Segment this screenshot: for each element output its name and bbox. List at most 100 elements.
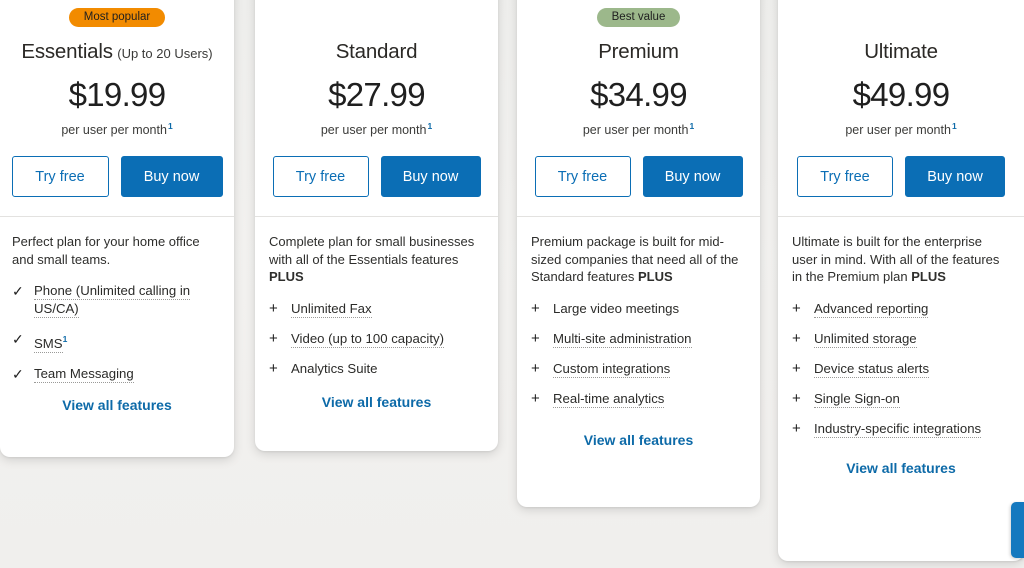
try-free-button-essentials[interactable]: Try free bbox=[11, 156, 109, 198]
feature-label: Single Sign-on bbox=[814, 390, 900, 408]
plan-name-standard: Standard bbox=[268, 40, 485, 64]
feature-item: + Analytics Suite bbox=[269, 360, 484, 378]
cta-button-row: Try free Buy now bbox=[530, 156, 747, 198]
feature-item: + Multi-site administration bbox=[531, 330, 746, 348]
view-all-features-link-ultimate[interactable]: View all features bbox=[791, 460, 1011, 476]
feature-item: + Industry-specific integrations bbox=[792, 420, 1010, 438]
feature-text[interactable]: Device status alerts bbox=[814, 360, 930, 378]
feature-item: + Device status alerts bbox=[792, 360, 1010, 378]
feature-item: + Single Sign-on bbox=[792, 390, 1010, 408]
buy-now-button-standard[interactable]: Buy now bbox=[380, 156, 481, 198]
plan-description-standard: Complete plan for small businesses with … bbox=[268, 233, 485, 286]
plan-price-standard: $27.99 bbox=[328, 76, 425, 113]
plan-name-ultimate: Ultimate bbox=[791, 40, 1011, 64]
feature-label: Real-time analytics bbox=[553, 390, 665, 408]
description-text: Complete plan for small businesses with … bbox=[269, 234, 475, 267]
badge-row: Best value bbox=[530, 0, 747, 30]
plus-icon: + bbox=[269, 359, 278, 377]
plan-card-ultimate: Ultimate $49.99 per user per month1 Try fre… bbox=[778, 0, 1024, 561]
feature-label: Multi-site administration bbox=[553, 330, 692, 348]
plan-badge-premium: Best value bbox=[596, 8, 681, 27]
feature-text: Large video meetings bbox=[553, 300, 680, 316]
footnote-marker[interactable]: 1 bbox=[63, 334, 68, 344]
feature-item: + Real-time analytics bbox=[531, 390, 746, 408]
plus-icon: + bbox=[792, 419, 801, 437]
feature-label: Advanced reporting bbox=[814, 300, 929, 318]
plan-description-premium: Premium package is built for mid-sized c… bbox=[530, 233, 747, 286]
plan-description-essentials: Perfect plan for your home office and sm… bbox=[11, 233, 223, 268]
feature-text[interactable]: Unlimited storage bbox=[814, 330, 917, 348]
feature-list-ultimate: + Advanced reporting + Unlimited storage + De… bbox=[791, 300, 1011, 438]
badge-row bbox=[268, 0, 485, 30]
pricing-cards-row: Most popular Essentials (Up to 20 Users) $… bbox=[0, 0, 1024, 568]
feature-item: + Unlimited storage bbox=[792, 330, 1010, 348]
footnote-marker[interactable]: 1 bbox=[952, 121, 957, 131]
buy-now-button-premium[interactable]: Buy now bbox=[642, 156, 743, 198]
feature-text[interactable]: Single Sign-on bbox=[814, 390, 900, 408]
feature-text[interactable]: Team Messaging bbox=[34, 365, 134, 383]
plan-card-premium: Best value Premium $34.99 per user per mont… bbox=[517, 0, 760, 507]
plus-icon: + bbox=[792, 329, 801, 347]
feature-label: Team Messaging bbox=[34, 365, 134, 383]
feature-text[interactable]: Custom integrations bbox=[553, 360, 671, 378]
feature-item: + Advanced reporting bbox=[792, 300, 1010, 318]
feature-label: Custom integrations bbox=[553, 360, 671, 378]
plan-title: Standard bbox=[335, 40, 418, 63]
feature-label: Large video meetings bbox=[553, 300, 679, 318]
price-unit-label: per user per month1 bbox=[530, 119, 747, 138]
card-divider bbox=[0, 216, 234, 218]
price-unit-text: per user per month bbox=[61, 123, 167, 138]
feature-text[interactable]: SMS bbox=[34, 335, 63, 353]
footnote-marker[interactable]: 1 bbox=[427, 121, 432, 131]
plan-title: Premium bbox=[598, 40, 679, 63]
price-unit-label: per user per month1 bbox=[11, 119, 223, 138]
plan-price-ultimate: $49.99 bbox=[852, 76, 950, 113]
plan-card-essentials: Most popular Essentials (Up to 20 Users) $… bbox=[0, 0, 234, 457]
description-text: Premium package is built for mid-sized c… bbox=[531, 234, 739, 285]
footnote-marker[interactable]: 1 bbox=[168, 121, 173, 131]
feature-label: Unlimited storage bbox=[814, 330, 917, 348]
feature-label: Phone (Unlimited calling in US/CA) bbox=[34, 282, 222, 319]
feature-text[interactable]: Industry-specific integrations bbox=[814, 420, 982, 438]
footnote-marker[interactable]: 1 bbox=[689, 121, 694, 131]
view-all-features-link-essentials[interactable]: View all features bbox=[11, 397, 223, 413]
feature-text[interactable]: Video (up to 100 capacity) bbox=[291, 330, 444, 348]
plan-badge-essentials: Most popular bbox=[68, 8, 166, 27]
description-emphasis: PLUS bbox=[269, 269, 304, 285]
buy-now-button-ultimate[interactable]: Buy now bbox=[905, 156, 1005, 198]
feature-text[interactable]: Unlimited Fax bbox=[291, 300, 372, 318]
buy-now-button-essentials[interactable]: Buy now bbox=[120, 156, 223, 198]
feature-text[interactable]: Multi-site administration bbox=[553, 330, 692, 348]
plan-qualifier: (Up to 20 Users) bbox=[117, 46, 213, 61]
plus-icon: + bbox=[269, 329, 278, 347]
feature-text[interactable]: Advanced reporting bbox=[814, 300, 929, 318]
view-all-features-link-premium[interactable]: View all features bbox=[530, 432, 747, 448]
feature-label: Industry-specific integrations bbox=[814, 420, 982, 438]
check-icon: ✓ bbox=[12, 365, 24, 382]
plan-card-standard: Standard $27.99 per user per month1 Try fre… bbox=[255, 0, 498, 451]
cta-button-row: Try free Buy now bbox=[11, 156, 223, 198]
plus-icon: + bbox=[531, 329, 540, 347]
plan-price-premium: $34.99 bbox=[590, 76, 687, 113]
price-unit-label: per user per month1 bbox=[791, 119, 1011, 138]
side-feedback-tab[interactable] bbox=[1011, 502, 1024, 558]
feature-item: + Large video meetings bbox=[531, 300, 746, 318]
try-free-button-ultimate[interactable]: Try free bbox=[797, 156, 893, 198]
feature-text[interactable]: Phone (Unlimited calling in US/CA) bbox=[34, 283, 191, 319]
try-free-button-premium[interactable]: Try free bbox=[534, 156, 631, 198]
view-all-features-link-standard[interactable]: View all features bbox=[268, 394, 485, 410]
plan-title: Essentials bbox=[21, 40, 113, 63]
feature-item: ✓ SMS1 bbox=[12, 330, 222, 353]
plus-icon: + bbox=[531, 389, 540, 407]
feature-text[interactable]: Real-time analytics bbox=[553, 390, 665, 408]
plan-name-premium: Premium bbox=[530, 40, 747, 64]
feature-label: Device status alerts bbox=[814, 360, 930, 378]
check-icon: ✓ bbox=[12, 331, 24, 348]
feature-item: + Custom integrations bbox=[531, 360, 746, 378]
cta-button-row: Try free Buy now bbox=[791, 156, 1011, 198]
try-free-button-standard[interactable]: Try free bbox=[272, 156, 369, 198]
feature-item: ✓ Team Messaging bbox=[12, 365, 222, 383]
plus-icon: + bbox=[792, 359, 801, 377]
card-divider bbox=[778, 216, 1024, 218]
price-unit-label: per user per month1 bbox=[268, 119, 485, 138]
